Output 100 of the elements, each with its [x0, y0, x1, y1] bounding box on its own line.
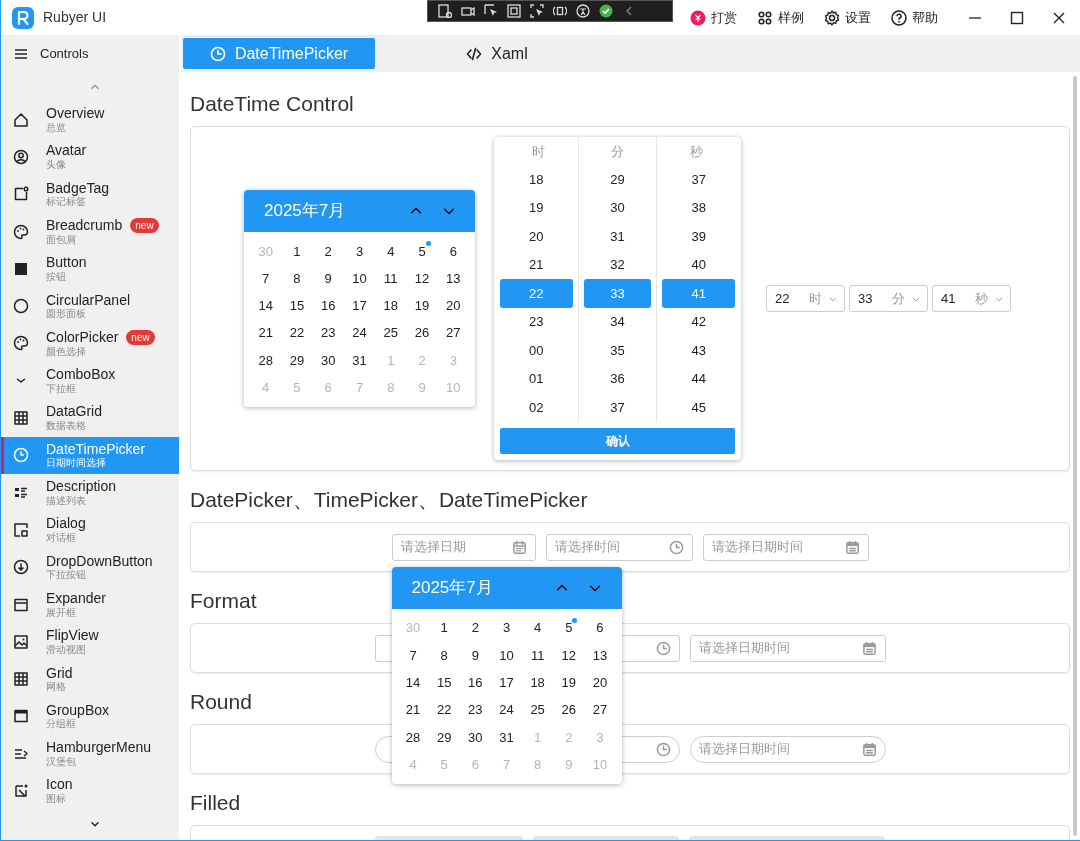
calendar-day[interactable]: 2 — [459, 614, 491, 642]
time-option[interactable]: 43 — [662, 336, 735, 365]
time-option[interactable]: 32 — [583, 250, 652, 280]
time-option[interactable]: 40 — [662, 250, 735, 280]
header-link[interactable]: 打赏 — [690, 7, 737, 28]
calendar-day[interactable]: 25 — [375, 319, 407, 347]
calendar-day[interactable]: 7 — [397, 641, 429, 670]
sidebar-item[interactable]: HamburgerMenu 汉堡包 — [1, 735, 179, 773]
calendar-day[interactable]: 8 — [428, 641, 460, 670]
header-link[interactable]: 帮助 — [891, 7, 938, 28]
calendar-day[interactable]: 30 — [459, 723, 491, 751]
calendar-day[interactable]: 31 — [343, 346, 376, 375]
time-option[interactable]: 29 — [583, 165, 652, 194]
time-option[interactable]: 19 — [500, 193, 573, 223]
calendar-day[interactable]: 8 — [281, 264, 313, 293]
calendar-day[interactable]: 23 — [459, 696, 491, 724]
calendar-day[interactable]: 3 — [343, 237, 376, 265]
time-option[interactable]: 37 — [583, 393, 652, 422]
calendar-day[interactable]: 5 — [553, 614, 585, 642]
time-option[interactable]: 35 — [583, 336, 652, 365]
scrollbar[interactable] — [1073, 76, 1077, 836]
calendar-day[interactable]: 9 — [312, 264, 344, 293]
calendar-day[interactable]: 19 — [406, 292, 438, 320]
sidebar-item[interactable]: DropDownButton 下拉按钮 — [1, 548, 179, 586]
calendar-day[interactable]: 20 — [584, 669, 616, 697]
calendar-day[interactable]: 22 — [281, 319, 313, 347]
header-link[interactable]: 样例 — [757, 7, 804, 28]
time-option[interactable]: 18 — [500, 165, 573, 194]
calendar-day[interactable]: 27 — [584, 696, 616, 724]
time-option[interactable]: 00 — [500, 336, 573, 365]
calendar-day[interactable]: 30 — [312, 346, 344, 375]
time-option[interactable]: 23 — [500, 307, 573, 337]
calendar-day[interactable]: 20 — [437, 292, 469, 320]
calendar-day[interactable]: 14 — [397, 669, 429, 697]
sidebar-item[interactable]: Dialog 对话框 — [1, 511, 179, 549]
time-option[interactable]: 34 — [583, 307, 652, 337]
calendar-day[interactable]: 24 — [343, 319, 376, 347]
time-combo-box[interactable]: 41 秒 — [932, 285, 1011, 312]
sidebar-item[interactable]: Avatar 头像 — [1, 138, 179, 176]
sidebar-item[interactable]: BadgeTag 标记标签 — [1, 175, 179, 213]
calendar-day[interactable]: 16 — [312, 292, 344, 320]
calendar-day[interactable]: 15 — [281, 292, 313, 320]
calendar-day[interactable]: 31 — [490, 723, 523, 751]
calendar-day[interactable]: 19 — [553, 669, 585, 697]
calendar-day[interactable]: 10 — [490, 641, 523, 670]
time-option[interactable]: 36 — [583, 364, 652, 394]
calendar-day[interactable]: 17 — [490, 669, 523, 697]
time-option[interactable]: 37 — [662, 165, 735, 194]
calendar-day[interactable]: 2 — [312, 237, 344, 265]
calendar-day[interactable]: 15 — [428, 669, 460, 697]
calendar-day[interactable]: 14 — [250, 292, 282, 320]
sidebar-item[interactable]: DataGrid 数据表格 — [1, 399, 179, 437]
calendar-day[interactable]: 27 — [437, 319, 469, 347]
calendar-day[interactable]: 13 — [437, 264, 469, 293]
calendar-day[interactable]: 18 — [522, 669, 554, 697]
time-option[interactable]: 02 — [500, 393, 573, 422]
sidebar-item[interactable]: Overview 总览 — [1, 101, 179, 139]
calendar-day[interactable]: 6 — [437, 237, 469, 265]
time-option[interactable]: 42 — [662, 307, 735, 337]
calendar-day[interactable]: 28 — [397, 723, 429, 751]
time-option[interactable]: 39 — [662, 222, 735, 251]
sidebar-item[interactable]: FlipView 滑动视图 — [1, 623, 179, 661]
calendar-day[interactable]: 29 — [428, 723, 460, 751]
sidebar-item[interactable]: CircularPanel 圆形面板 — [1, 287, 179, 325]
time-option[interactable]: 30 — [583, 193, 652, 223]
header-link[interactable]: 设置 — [824, 7, 871, 28]
time-option[interactable]: 01 — [500, 364, 573, 394]
calendar-day[interactable]: 6 — [584, 614, 616, 642]
calendar-day[interactable]: 26 — [406, 319, 438, 347]
calendar-day[interactable]: 28 — [250, 346, 282, 375]
calendar-day[interactable]: 10 — [343, 264, 376, 293]
sidebar-item[interactable]: ComboBox 下拉框 — [1, 362, 179, 400]
calendar-day[interactable]: 26 — [553, 696, 585, 724]
sidebar-item[interactable]: Breadcrumb 面包屑 new — [1, 212, 179, 251]
sidebar-item[interactable]: Button 按钮 — [1, 250, 179, 288]
sidebar-item[interactable]: GroupBox 分组框 — [1, 697, 179, 736]
time-option[interactable]: 45 — [662, 393, 735, 422]
calendar-day[interactable]: 16 — [459, 669, 491, 697]
calendar-day[interactable]: 22 — [428, 696, 460, 724]
calendar-day[interactable]: 29 — [281, 346, 313, 375]
calendar-day[interactable]: 24 — [490, 696, 523, 724]
calendar-day[interactable]: 11 — [522, 641, 554, 670]
calendar-day[interactable]: 21 — [250, 319, 282, 347]
calendar-day[interactable]: 12 — [553, 641, 585, 670]
time-combo-box[interactable]: 33 分 — [849, 285, 928, 312]
calendar-day[interactable]: 9 — [459, 641, 491, 670]
tab[interactable]: Xaml — [375, 38, 619, 69]
calendar-day[interactable]: 25 — [522, 696, 554, 724]
calendar-day[interactable]: 1 — [281, 237, 313, 265]
time-option[interactable]: 31 — [583, 222, 652, 251]
sidebar-item[interactable]: Description 描述列表 — [1, 473, 179, 512]
calendar-day[interactable]: 1 — [428, 614, 460, 642]
calendar-day[interactable]: 17 — [343, 292, 376, 320]
time-option[interactable]: 38 — [662, 193, 735, 223]
time-combo-box[interactable]: 22 时 — [766, 285, 845, 312]
sidebar-item[interactable]: Grid 网格 — [1, 660, 179, 698]
calendar-day[interactable]: 23 — [312, 319, 344, 347]
time-option[interactable]: 21 — [500, 250, 573, 280]
calendar-day[interactable]: 21 — [397, 696, 429, 724]
sidebar-item[interactable]: Expander 展开框 — [1, 585, 179, 624]
